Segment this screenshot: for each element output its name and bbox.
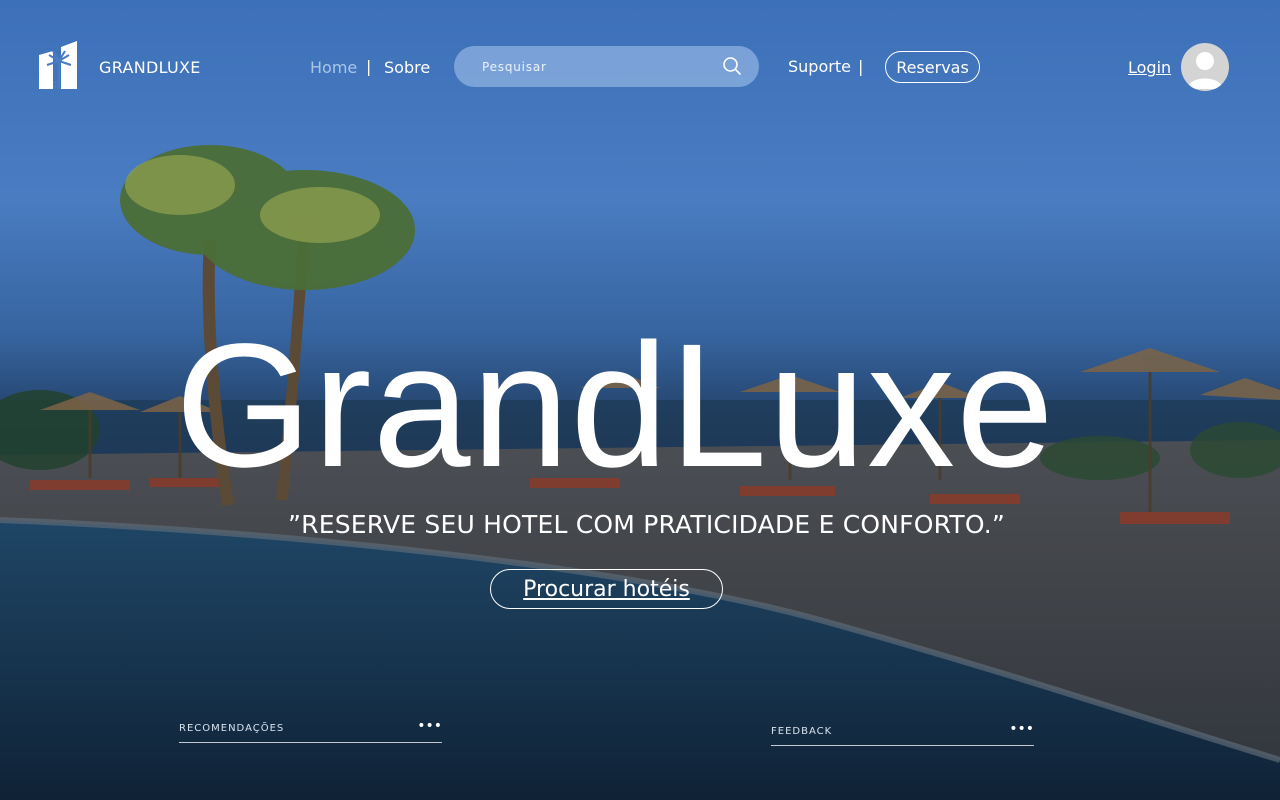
brand-name[interactable]: GRANDLUXE: [99, 58, 201, 77]
nav-separator: |: [366, 57, 372, 76]
procurar-hoteis-label: Procurar hotéis: [523, 576, 690, 602]
nav-link-home[interactable]: Home: [310, 58, 357, 77]
search-bar[interactable]: [454, 46, 759, 87]
recomendacoes-panel-header: RECOMENDAÇÕES •••: [179, 718, 442, 743]
hero-subtitle: ”RESERVE SEU HOTEL COM PRATICIDADE E CON…: [287, 510, 1005, 539]
search-icon[interactable]: [722, 56, 742, 76]
nav-separator: |: [858, 57, 864, 76]
brand-logo-icon[interactable]: [39, 41, 79, 91]
reservas-button[interactable]: Reservas: [885, 51, 980, 83]
recomendacoes-label: RECOMENDAÇÕES: [179, 723, 285, 734]
nav-link-suporte[interactable]: Suporte: [788, 57, 851, 76]
more-options-icon[interactable]: •••: [417, 718, 442, 734]
user-avatar-icon[interactable]: [1181, 43, 1229, 91]
procurar-hoteis-button[interactable]: Procurar hotéis: [490, 569, 723, 609]
login-link[interactable]: Login: [1128, 58, 1171, 77]
reservas-button-label: Reservas: [896, 57, 969, 77]
top-navigation-bar: GRANDLUXE Home | Sobre Suporte | Reserva…: [0, 0, 1280, 130]
feedback-panel-header: FEEDBACK •••: [771, 721, 1034, 746]
feedback-label: FEEDBACK: [771, 726, 833, 737]
search-input[interactable]: [480, 56, 714, 78]
hero-title: GrandLuxe: [175, 308, 1055, 504]
nav-link-sobre[interactable]: Sobre: [384, 58, 430, 77]
more-options-icon[interactable]: •••: [1009, 721, 1034, 737]
